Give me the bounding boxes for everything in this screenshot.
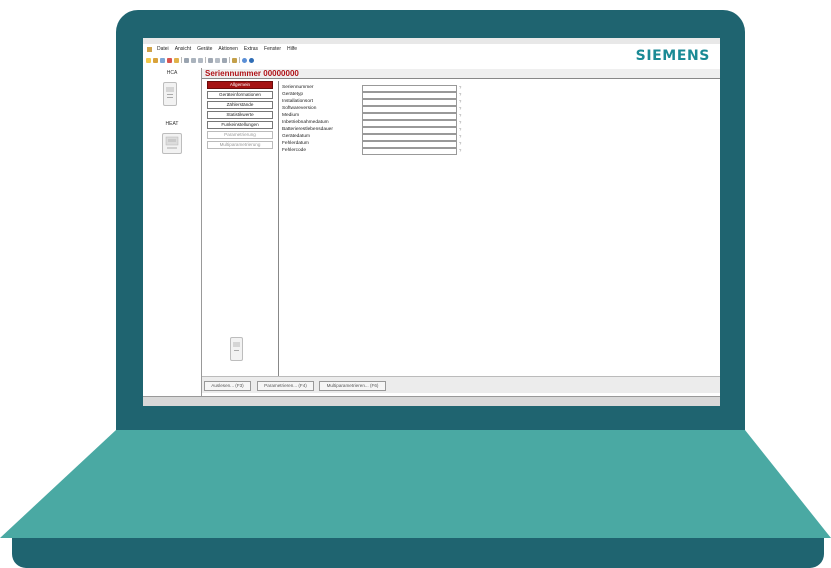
field-label: Softwareversion (282, 106, 317, 111)
menu-fenster[interactable]: Fenster (264, 46, 281, 52)
print-preview-icon[interactable] (191, 57, 196, 63)
status-bar (143, 396, 720, 406)
device-icon (233, 342, 240, 351)
heat-label: HEAT (165, 121, 179, 127)
app-window: Datei Ansicht Geräte Aktionen Extras Fen… (143, 38, 720, 406)
toolbar (143, 55, 256, 65)
field-hint: ? (459, 99, 462, 104)
field-label: Inbetriebnahmedatum (282, 120, 329, 125)
read-button[interactable]: Auslesen... (F3) (204, 381, 251, 391)
inbetriebnahmedatum-field[interactable] (362, 120, 457, 127)
field-label: Gerätetyp (282, 92, 304, 97)
laptop-keyboard-deck (0, 430, 831, 538)
grid-icon[interactable] (232, 57, 237, 63)
field-label: Fehlercode (282, 148, 306, 153)
batterierestlebensdauer-field[interactable] (362, 127, 457, 134)
installationsort-field[interactable] (362, 99, 457, 106)
settings-icon[interactable] (198, 57, 203, 63)
heat-cost-allocator-icon (166, 87, 174, 98)
menu-ansicht[interactable]: Ansicht (175, 46, 191, 52)
menu-aktionen[interactable]: Aktionen (218, 46, 237, 52)
menu-hilfe[interactable]: Hilfe (287, 46, 297, 52)
form-row: Softwareversion ? (280, 106, 600, 113)
menu-extras[interactable]: Extras (244, 46, 258, 52)
hca-label: HCA (166, 70, 178, 76)
form-row: Installationsort ? (280, 99, 600, 106)
new-icon[interactable] (146, 57, 151, 63)
form-row: Medium ? (280, 113, 600, 120)
field-hint: ? (459, 113, 462, 118)
field-label: Medium (282, 113, 300, 118)
tab-multiparametrierung[interactable]: Multiparametrierung (207, 141, 273, 149)
tab-funkeinstellungen[interactable]: Funkeinstellungen (207, 121, 273, 129)
hca-device-image[interactable] (163, 82, 177, 106)
form-row: Gerätetyp ? (280, 92, 600, 99)
siemens-logo: SIEMENS (635, 48, 710, 64)
field-hint: ? (459, 127, 462, 132)
medium-field[interactable] (362, 113, 457, 120)
refresh-icon[interactable] (174, 57, 179, 63)
form-row: Gerätedatum ? (280, 134, 600, 141)
info-icon[interactable] (249, 57, 254, 63)
field-label: Batterierestlebensdauer (282, 127, 333, 132)
form-row: Fehlercode ? (280, 148, 600, 155)
toolbar-separator (229, 57, 230, 63)
field-hint: ? (459, 85, 462, 90)
save-icon[interactable] (160, 57, 165, 63)
print-icon[interactable] (184, 57, 189, 63)
tab-statistikwerte[interactable]: Statistikwerte (207, 111, 273, 119)
selected-device-image (230, 337, 243, 361)
delete-icon[interactable] (167, 57, 172, 63)
laptop-base-front (12, 538, 824, 568)
grid-icon[interactable] (215, 57, 220, 63)
form-row: Fehlerdatum ? (280, 141, 600, 148)
device-type-panel: HCA HEAT (143, 68, 202, 396)
field-label: Seriennummer (282, 85, 314, 90)
list-icon[interactable] (208, 57, 213, 63)
field-hint: ? (459, 106, 462, 111)
seriennummer-field[interactable] (362, 85, 457, 92)
menu-bar: Datei Ansicht Geräte Aktionen Extras Fen… (143, 44, 720, 54)
field-label: Gerätedatum (282, 134, 310, 139)
tab-parametrierung[interactable]: Parametrierung (207, 131, 273, 139)
export-icon[interactable] (222, 57, 227, 63)
menu-datei[interactable]: Datei (157, 46, 169, 52)
toolbar-separator (181, 57, 182, 63)
category-buttons: Allgemein Geräteinformationen Zählerstän… (202, 81, 279, 381)
field-hint: ? (459, 134, 462, 139)
action-bar: Auslesen... (F3) Parametrieren... (F4) M… (202, 376, 720, 393)
field-label: Fehlerdatum (282, 141, 309, 146)
tab-geraeteinformationen[interactable]: Geräteinformationen (207, 91, 273, 99)
field-hint: ? (459, 148, 462, 153)
form-row: Batterierestlebensdauer ? (280, 127, 600, 134)
multi-parametrize-button[interactable]: Multiparametrieren... (F6) (319, 381, 386, 391)
toolbar-separator (205, 57, 206, 63)
page-title: Seriennummer 00000000 (205, 69, 299, 78)
geraetedatum-field[interactable] (362, 134, 457, 141)
form-row: Seriennummer ? (280, 85, 600, 92)
field-hint: ? (459, 120, 462, 125)
form-row: Inbetriebnahmedatum ? (280, 120, 600, 127)
field-label: Installationsort (282, 99, 313, 104)
tab-zaehlerstaende[interactable]: Zählerstände (207, 101, 273, 109)
app-menu-icon[interactable] (147, 46, 152, 52)
parametrize-button[interactable]: Parametrieren... (F4) (257, 381, 314, 391)
field-hint: ? (459, 141, 462, 146)
fehlercode-field[interactable] (362, 148, 457, 155)
title-bar: Seriennummer 00000000 (202, 69, 720, 79)
fehlerdatum-field[interactable] (362, 141, 457, 148)
geraetetyp-field[interactable] (362, 92, 457, 99)
toolbar-separator (239, 57, 240, 63)
field-hint: ? (459, 92, 462, 97)
softwareversion-field[interactable] (362, 106, 457, 113)
tab-allgemein[interactable]: Allgemein (207, 81, 273, 89)
help-icon[interactable] (242, 57, 247, 63)
menu-geraete[interactable]: Geräte (197, 46, 212, 52)
open-icon[interactable] (153, 57, 158, 63)
heat-meter-image[interactable] (162, 133, 182, 154)
heat-meter-icon (165, 136, 179, 149)
